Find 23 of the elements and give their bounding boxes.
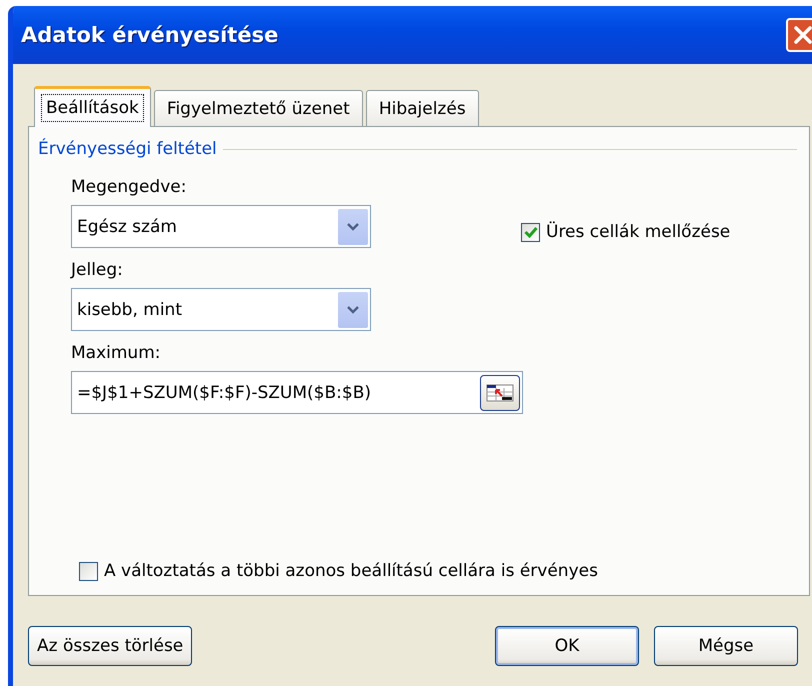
group-title: Érvényességi feltétel bbox=[38, 139, 217, 159]
field-label: Megengedve: bbox=[71, 177, 188, 197]
checkbox[interactable]: Üres cellák mellőzése bbox=[521, 221, 730, 243]
range-select-button[interactable] bbox=[480, 374, 520, 410]
close-icon bbox=[792, 24, 812, 46]
tab[interactable]: Beállítások bbox=[34, 86, 151, 127]
checkbox[interactable]: A változtatás a többi azonos beállítású cellára is érvényes bbox=[79, 561, 797, 581]
window-title: Adatok érvényesítése bbox=[21, 23, 278, 47]
close-button[interactable] bbox=[786, 18, 812, 52]
maximum-field[interactable]: =$J$1+SZUM($F:$F)-SZUM($B:$B) bbox=[71, 371, 523, 414]
checkbox-box[interactable] bbox=[521, 222, 540, 242]
checkbox-box[interactable] bbox=[79, 562, 98, 580]
tab[interactable]: Hibajelzés bbox=[366, 90, 479, 126]
dialog-button[interactable]: Mégse bbox=[654, 626, 798, 666]
range-select-icon bbox=[486, 382, 514, 402]
field-label: Jelleg: bbox=[71, 260, 124, 280]
data-dropdown[interactable]: kisebb, mint bbox=[71, 288, 371, 331]
dialog-button[interactable]: OK bbox=[495, 626, 639, 666]
checkmark-icon bbox=[524, 226, 538, 238]
allow-dropdown[interactable]: Egész szám bbox=[71, 205, 371, 248]
tab[interactable]: Figyelmeztető üzenet bbox=[154, 90, 363, 126]
dialog-button[interactable]: Az összes törlése bbox=[28, 626, 192, 666]
field-label: Maximum: bbox=[71, 343, 162, 363]
